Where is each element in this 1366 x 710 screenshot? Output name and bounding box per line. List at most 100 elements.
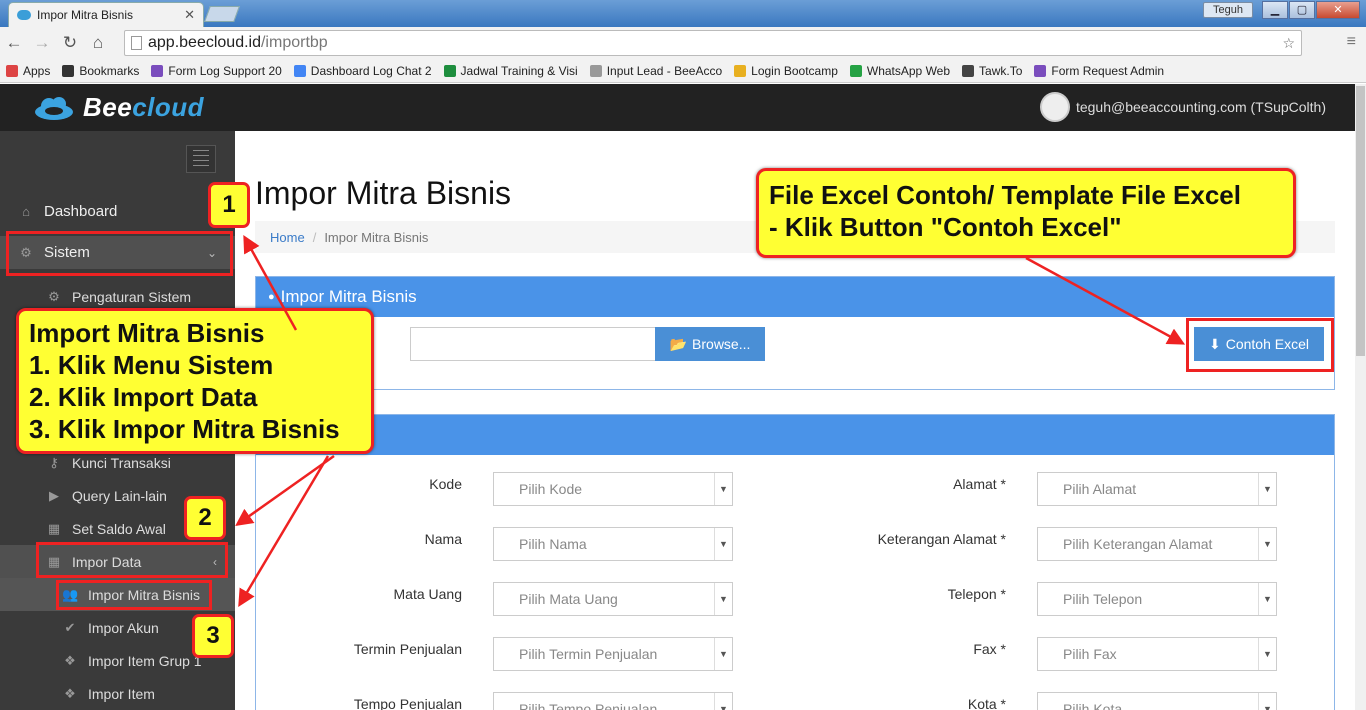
window-user-chip[interactable]: Teguh: [1203, 2, 1253, 18]
select-placeholder: Pilih Nama: [519, 536, 587, 552]
browser-navbar: ← → ↻ ⌂ app.beecloud.id/importbp ☆ ≡: [0, 27, 1366, 59]
sidebar-item-label: Impor Akun: [88, 619, 159, 636]
bookmark-item[interactable]: Apps: [6, 64, 50, 78]
gear-icon: ⚙: [48, 288, 60, 304]
highlight-sistem: [6, 231, 233, 276]
back-icon[interactable]: ←: [0, 33, 28, 53]
scrollbar-thumb[interactable]: [1356, 86, 1365, 356]
apps-icon: [6, 64, 18, 77]
minimize-icon[interactable]: ▁: [1262, 1, 1288, 19]
select-placeholder: Pilih Termin Penjualan: [519, 646, 658, 662]
bookmark-item[interactable]: Dashboard Log Chat 2: [293, 63, 432, 78]
tab-close-icon[interactable]: ✕: [184, 7, 195, 23]
field-label: Kota *: [967, 696, 1006, 710]
sidebar-item-impor-item[interactable]: ❖ Impor Item: [0, 677, 235, 710]
page-scrollbar[interactable]: [1355, 84, 1366, 710]
callout-excel-line-2: - Klik Button "Contoh Excel": [769, 212, 1122, 242]
field-label: Telepon *: [947, 586, 1006, 602]
caret-down-icon: ▼: [714, 528, 732, 560]
chrome-menu-icon[interactable]: ≡: [1347, 33, 1356, 51]
close-window-icon[interactable]: ✕: [1316, 1, 1360, 19]
page-icon: [131, 36, 142, 50]
logo-text: Beecloud: [83, 92, 205, 122]
column-select[interactable]: Pilih Telepon ▼: [1037, 582, 1277, 616]
field-label: Mata Uang: [393, 586, 462, 602]
caret-down-icon: ▼: [714, 693, 732, 710]
sidebar-item-label: Query Lain-lain: [72, 487, 167, 504]
caret-down-icon: ▼: [1258, 583, 1276, 615]
select-placeholder: Pilih Alamat: [1063, 481, 1137, 497]
cloud-logo-icon: [35, 96, 73, 120]
forward-icon[interactable]: →: [28, 33, 56, 53]
sidebar-item-dashboard[interactable]: ⌂ Dashboard: [0, 195, 235, 228]
home-icon[interactable]: ⌂: [84, 33, 112, 53]
select-placeholder: Pilih Mata Uang: [519, 591, 618, 607]
field-label: Fax *: [973, 641, 1006, 657]
bookmark-label: Jadwal Training & Visi: [460, 63, 578, 78]
bookmark-label: Dashboard Log Chat 2: [310, 63, 432, 78]
step-badge-1: 1: [208, 182, 250, 228]
field-label: Nama: [424, 531, 462, 547]
sidebar-item-label: Set Saldo Awal: [72, 520, 166, 537]
browser-tab[interactable]: Impor Mitra Bisnis ✕: [8, 2, 204, 27]
bookmark-star-icon[interactable]: ☆: [1282, 35, 1295, 52]
highlight-impor-data: [36, 542, 228, 578]
google-icon: [293, 64, 306, 77]
bookmarks-bar: Apps Bookmarks Form Log Support 20 Dashboar…: [0, 59, 1366, 83]
maximize-icon[interactable]: ▢: [1289, 1, 1315, 19]
beecloud-favicon-icon: [17, 10, 31, 20]
callout-step-3: 3. Klik Impor Mitra Bisnis: [29, 414, 340, 444]
column-select[interactable]: Pilih Keterangan Alamat ▼: [1037, 527, 1277, 561]
address-bar[interactable]: app.beecloud.id/importbp ☆: [124, 30, 1302, 56]
hand-icon: [734, 64, 747, 77]
column-select[interactable]: Pilih Alamat ▼: [1037, 472, 1277, 506]
bookmark-label: Tawk.To: [979, 63, 1023, 78]
select-placeholder: Pilih Kode: [519, 481, 583, 497]
select-placeholder: Pilih Kota: [1063, 701, 1123, 710]
sidebar-toggle-icon[interactable]: [186, 145, 216, 173]
bookmark-item[interactable]: Form Request Admin: [1034, 64, 1164, 78]
bookmark-item[interactable]: Input Lead - BeeAcco: [589, 63, 723, 78]
cubes-icon: ❖: [64, 652, 76, 668]
beecloud-logo[interactable]: Beecloud: [33, 92, 204, 123]
table-icon: ▦: [47, 520, 61, 536]
breadcrumb-home-link[interactable]: Home: [270, 230, 305, 245]
bookmark-item[interactable]: Login Bootcamp: [734, 64, 838, 78]
bookmark-label: Input Lead - BeeAcco: [606, 63, 723, 78]
breadcrumb-separator: /: [312, 229, 317, 245]
cubes-icon: ❖: [64, 685, 76, 701]
browse-button[interactable]: 📂 Browse...: [655, 327, 765, 361]
home-icon: ⌂: [22, 204, 30, 219]
sidebar-item-label: Pengaturan Sistem: [72, 288, 192, 305]
bookmark-item[interactable]: Jadwal Training & Visi: [443, 63, 578, 78]
import-panel-header: ● Impor Mitra Bisnis: [256, 277, 1334, 317]
bookmark-label: Bookmarks: [79, 63, 140, 78]
column-select[interactable]: Pilih Termin Penjualan ▼: [493, 637, 733, 671]
new-tab-button[interactable]: [204, 6, 240, 22]
field-label: Tempo Penjualan: [353, 696, 462, 710]
column-select[interactable]: Pilih Kota ▼: [1037, 692, 1277, 710]
caret-down-icon: ▼: [714, 473, 732, 505]
folder-open-icon: 📂: [669, 335, 688, 352]
callout-excel-line-1: File Excel Contoh/ Template File Excel: [769, 180, 1241, 210]
bookmark-item[interactable]: Bookmarks: [62, 64, 139, 78]
reload-icon[interactable]: ↻: [56, 33, 84, 53]
bookmark-item[interactable]: WhatsApp Web: [849, 64, 950, 78]
column-select[interactable]: Pilih Nama ▼: [493, 527, 733, 561]
caret-down-icon: ▼: [714, 583, 732, 615]
column-select[interactable]: Pilih Kode ▼: [493, 472, 733, 506]
mapping-panel: Kode Pilih Kode ▼ Nama Pilih Nama ▼ Mata Uang P…: [255, 414, 1335, 710]
column-select[interactable]: Pilih Mata Uang ▼: [493, 582, 733, 616]
user-email: teguh@beeaccounting.com (TSupColth): [1075, 99, 1326, 115]
sidebar-item-label: Impor Item: [88, 685, 155, 702]
form-icon: [151, 64, 164, 77]
column-select[interactable]: Pilih Fax ▼: [1037, 637, 1277, 671]
bookmark-item[interactable]: Form Log Support 20: [151, 64, 282, 78]
field-label: Keterangan Alamat *: [877, 531, 1006, 547]
column-select[interactable]: Pilih Tempo Penjualan ▼: [493, 692, 733, 710]
user-menu[interactable]: teguh@beeaccounting.com (TSupColth): [1039, 92, 1326, 122]
star-icon: [62, 64, 75, 77]
file-path-input[interactable]: [410, 327, 656, 361]
caret-down-icon: ▼: [1258, 693, 1276, 710]
bookmark-item[interactable]: Tawk.To: [962, 64, 1022, 78]
